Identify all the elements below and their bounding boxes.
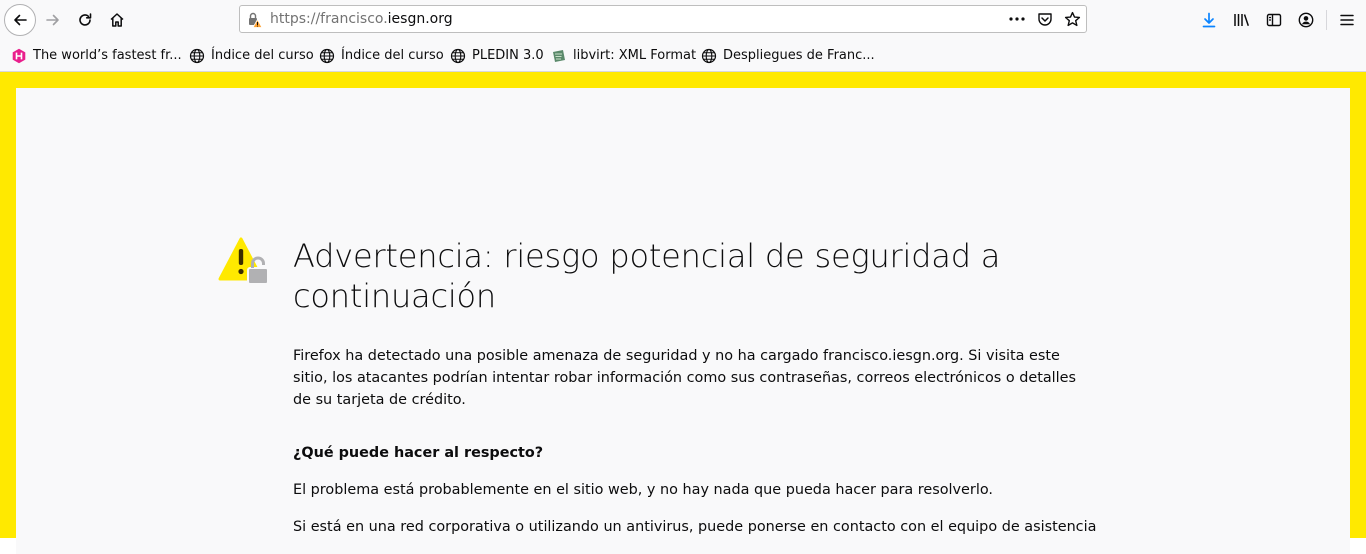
bookmark-item[interactable]: libvirt: XML Format — [551, 40, 696, 71]
hasura-logo-icon — [11, 48, 27, 64]
url-host: iesgn.org — [387, 11, 453, 27]
reload-icon — [77, 12, 93, 28]
reload-button[interactable] — [69, 4, 101, 36]
app-menu-button[interactable] — [1331, 4, 1363, 36]
bookmark-label: Despliegues de Franc... — [723, 48, 875, 63]
bookmark-item[interactable]: Despliegues de Franc... — [701, 40, 875, 71]
what-to-do-heading: ¿Qué puede hacer al respecto? — [293, 445, 544, 461]
toolbar-separator — [1326, 10, 1327, 30]
url-prefix: https://francisco. — [270, 11, 388, 27]
bookmark-item[interactable]: The world’s fastest fr... — [11, 40, 182, 71]
arrow-left-icon — [12, 12, 28, 28]
url-bar[interactable]: https://francisco.iesgn.org — [239, 5, 1087, 33]
downloads-button[interactable] — [1193, 4, 1225, 36]
globe-icon — [450, 48, 466, 64]
bookmark-label: PLEDIN 3.0 — [472, 48, 544, 63]
bookmark-label: The world’s fastest fr... — [33, 48, 182, 63]
home-icon — [109, 12, 125, 28]
libvirt-logo-icon — [551, 48, 567, 64]
error-page: Advertencia: riesgo potencial de segurid… — [16, 88, 1350, 554]
bookmark-label: libvirt: XML Format — [573, 48, 697, 63]
page-actions-menu-icon[interactable] — [1007, 11, 1027, 31]
bookmarks-toolbar: The world’s fastest fr... Índice del cur… — [0, 40, 1366, 72]
bookmark-item[interactable]: Índice del curso — [319, 40, 444, 71]
page-viewport: Advertencia: riesgo potencial de segurid… — [0, 72, 1366, 554]
security-warning-icon — [218, 236, 272, 292]
url-text[interactable]: https://francisco.iesgn.org — [270, 6, 453, 34]
sidebar-icon — [1266, 12, 1282, 28]
globe-icon — [701, 48, 717, 64]
bookmark-label: Índice del curso — [341, 48, 444, 63]
advice-paragraph: Si está en una red corporativa o utiliza… — [293, 519, 1097, 535]
forward-button[interactable] — [37, 4, 69, 36]
hamburger-menu-icon — [1339, 12, 1355, 28]
bookmark-item[interactable]: Índice del curso — [189, 40, 314, 71]
bookmark-label: Índice del curso — [211, 48, 314, 63]
library-button[interactable] — [1226, 4, 1258, 36]
account-icon — [1298, 12, 1314, 28]
error-description: Firefox ha detectado una posible amenaza… — [293, 348, 1077, 408]
account-button[interactable] — [1290, 4, 1322, 36]
insecure-lock-icon[interactable] — [247, 12, 265, 32]
home-button[interactable] — [101, 4, 133, 36]
download-arrow-icon — [1201, 12, 1217, 28]
globe-icon — [319, 48, 335, 64]
arrow-right-icon — [45, 12, 61, 28]
bookmark-star-icon[interactable] — [1064, 11, 1081, 32]
bookmark-item[interactable]: PLEDIN 3.0 — [450, 40, 544, 71]
page-title: Advertencia: riesgo potencial de segurid… — [293, 237, 1001, 315]
navigation-toolbar: https://francisco.iesgn.org — [0, 0, 1366, 40]
advice-paragraph: El problema está probablemente en el sit… — [293, 482, 993, 498]
back-button[interactable] — [4, 4, 36, 36]
library-icon — [1233, 12, 1251, 28]
sidebar-button[interactable] — [1258, 4, 1290, 36]
pocket-icon[interactable] — [1037, 11, 1053, 31]
globe-icon — [189, 48, 205, 64]
